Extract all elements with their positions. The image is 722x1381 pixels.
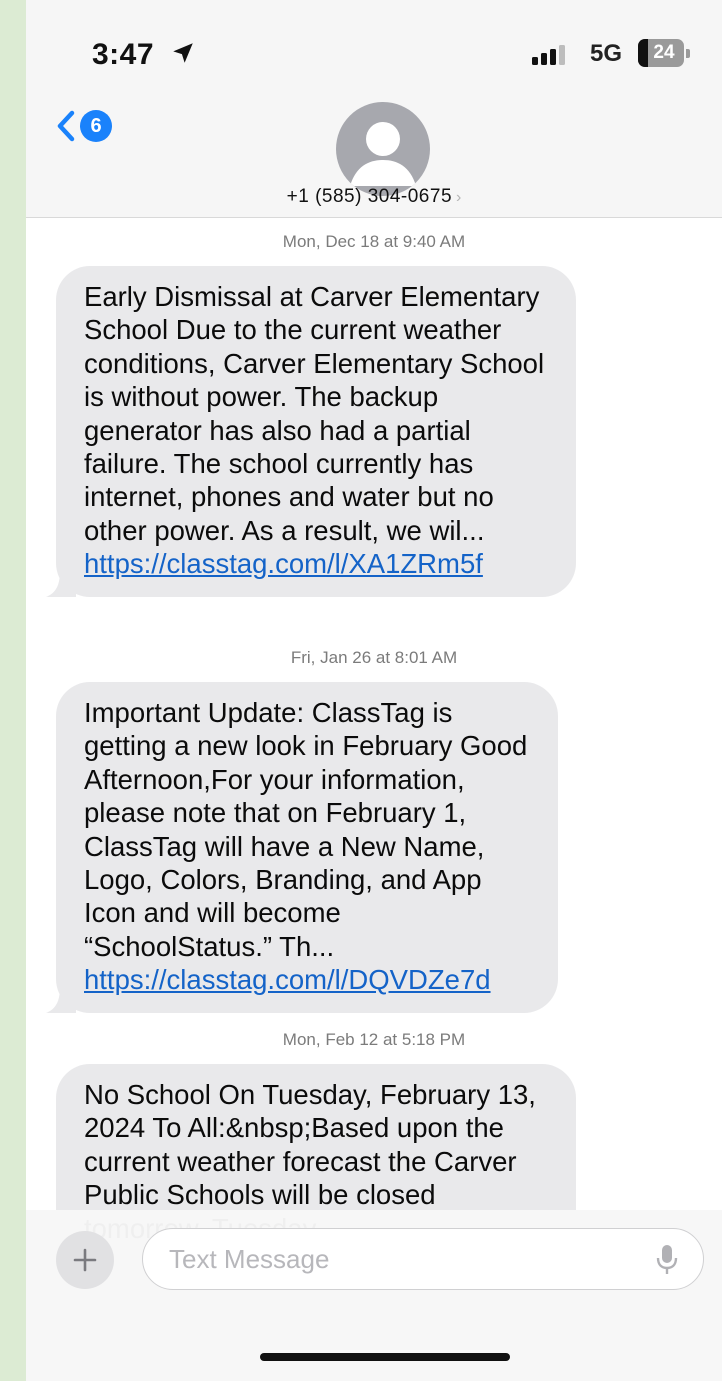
message-bubble[interactable]: Important Update: ClassTag is getting a … <box>46 682 558 1013</box>
network-type: 5G <box>590 40 623 67</box>
bubble-tail <box>46 986 76 1013</box>
message-input-field[interactable] <box>142 1228 704 1290</box>
contact-name-button[interactable]: +1 (585) 304-0675 › <box>26 186 722 208</box>
message-timestamp: Mon, Feb 12 at 5:18 PM <box>282 1030 466 1049</box>
message-link[interactable]: https://classtag.com/l/DQVDZe7d <box>84 963 536 996</box>
home-indicator[interactable] <box>260 1353 510 1361</box>
status-time: 3:47 <box>92 38 155 71</box>
microphone-icon[interactable] <box>655 1243 679 1277</box>
message-bubble[interactable]: Early Dismissal at Carver Elementary Sch… <box>46 266 576 597</box>
message-input[interactable] <box>169 1242 639 1276</box>
message-text: Early Dismissal at Carver Elementary Sch… <box>84 281 545 546</box>
message-timestamp: Mon, Dec 18 at 9:40 AM <box>282 232 466 251</box>
contact-number: +1 (585) 304-0675 <box>286 186 453 207</box>
plus-icon <box>73 1248 97 1272</box>
chevron-left-icon <box>57 110 75 142</box>
unread-count-badge: 6 <box>80 110 112 142</box>
chevron-right-icon: › <box>456 189 462 206</box>
bubble-tail <box>46 570 76 597</box>
person-silhouette-icon <box>350 122 416 186</box>
messages-screen: 3:47 5G 24 6 +1 (585) 304-0675 › Mon, De… <box>26 0 722 1381</box>
message-text: Important Update: ClassTag is getting a … <box>84 697 528 962</box>
signal-bars-icon <box>532 45 565 65</box>
battery-icon: 24 <box>638 39 690 67</box>
back-button[interactable]: 6 <box>56 110 112 142</box>
message-link[interactable]: https://classtag.com/l/XA1ZRm5f <box>84 547 554 580</box>
location-arrow-icon <box>173 43 193 63</box>
status-bar: 3:47 5G 24 <box>26 0 722 100</box>
conversation-header: 6 +1 (585) 304-0675 › <box>26 100 722 218</box>
contact-avatar[interactable] <box>336 102 430 196</box>
apps-plus-button[interactable] <box>56 1231 114 1289</box>
message-timestamp: Fri, Jan 26 at 8:01 AM <box>290 648 458 667</box>
battery-percent: 24 <box>653 42 675 63</box>
